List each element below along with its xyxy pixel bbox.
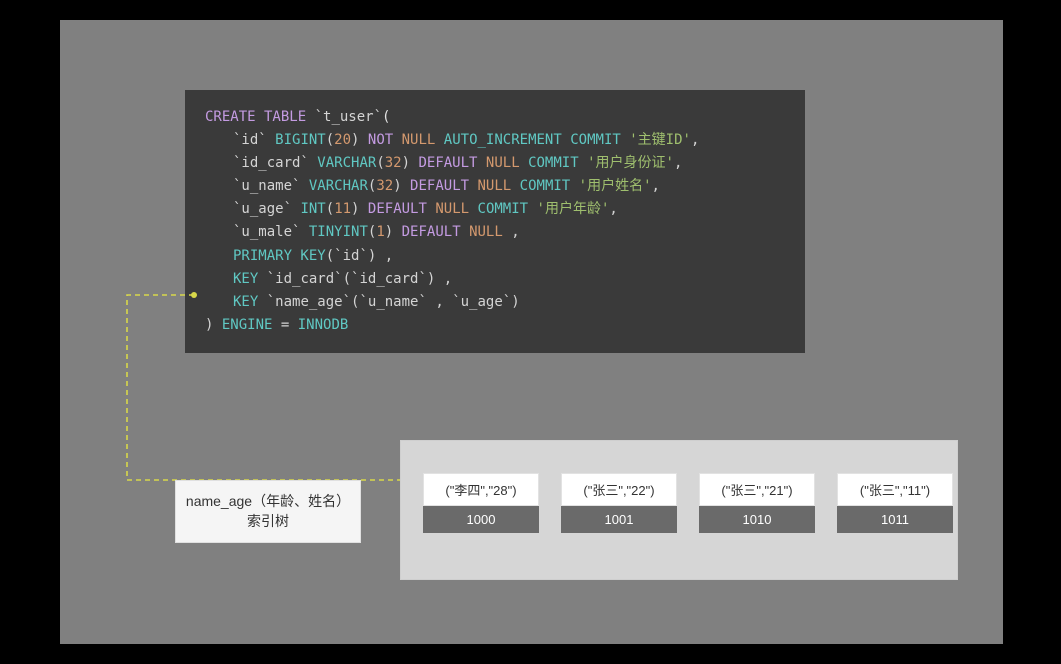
col-name: `id_card`: [233, 155, 309, 171]
key-col: `id_card`: [351, 271, 427, 287]
kw-commit: COMMIT: [520, 178, 571, 194]
label-line1: name_age（年龄、姓名）: [182, 491, 354, 511]
node-key: ("张三","21"): [699, 473, 815, 506]
col-name: `u_age`: [233, 201, 292, 217]
tree-nodes: ("李四","28") 1000 ("张三","22") 1001 ("张三",…: [423, 473, 953, 533]
col-len: 1: [376, 224, 384, 240]
eq: =: [281, 317, 289, 333]
kw-auto: AUTO_INCREMENT: [444, 132, 562, 148]
tree-node: ("张三","11") 1011: [837, 473, 953, 533]
kw-default: DEFAULT: [418, 155, 477, 171]
col-type: INT: [300, 201, 325, 217]
col-len: 20: [334, 132, 351, 148]
node-pointer: 1000: [423, 506, 539, 533]
kw-null: NULL: [402, 132, 436, 148]
col-type: VARCHAR: [317, 155, 376, 171]
node-key: ("张三","11"): [837, 473, 953, 506]
kw-key: KEY: [233, 294, 258, 310]
col-comment: '用户年龄': [537, 201, 610, 217]
col-comment: '用户身份证': [587, 155, 674, 171]
key-name: `name_age`: [267, 294, 351, 310]
code-line: ) ENGINE = INNODB: [205, 314, 785, 337]
tree-node: ("李四","28") 1000: [423, 473, 539, 533]
kw-primary-key: PRIMARY KEY: [233, 248, 326, 264]
node-key: ("李四","28"): [423, 473, 539, 506]
kw-commit: COMMIT: [570, 132, 621, 148]
kw-default: DEFAULT: [402, 224, 461, 240]
col-type: BIGINT: [275, 132, 326, 148]
kw-engine: ENGINE: [222, 317, 273, 333]
col-len: 32: [385, 155, 402, 171]
kw-default: DEFAULT: [368, 201, 427, 217]
col-comment: '主键ID': [629, 132, 691, 148]
code-line: `u_age` INT(11) DEFAULT NULL COMMIT '用户年…: [205, 198, 785, 221]
code-line: `u_name` VARCHAR(32) DEFAULT NULL COMMIT…: [205, 175, 785, 198]
kw-not: NOT: [368, 132, 393, 148]
sql-code-block: CREATE TABLE `t_user`( `id` BIGINT(20) N…: [185, 90, 805, 353]
kw-null: NULL: [478, 178, 512, 194]
key-col: `u_age`: [452, 294, 511, 310]
code-line: PRIMARY KEY(`id`) ,: [205, 245, 785, 268]
pk-col: `id`: [334, 248, 368, 264]
code-line: `id_card` VARCHAR(32) DEFAULT NULL COMMI…: [205, 152, 785, 175]
tbl-name: `t_user`: [315, 109, 382, 125]
node-key: ("张三","22"): [561, 473, 677, 506]
tree-node: ("张三","22") 1001: [561, 473, 677, 533]
kw-default: DEFAULT: [410, 178, 469, 194]
key-col: `u_name`: [359, 294, 426, 310]
diagram-canvas: CREATE TABLE `t_user`( `id` BIGINT(20) N…: [60, 20, 1003, 644]
col-name: `u_name`: [233, 178, 300, 194]
col-type: TINYINT: [309, 224, 368, 240]
col-comment: '用户姓名': [579, 178, 652, 194]
label-line2: 索引树: [182, 511, 354, 531]
code-line: KEY `name_age`(`u_name` , `u_age`): [205, 291, 785, 314]
engine-val: INNODB: [298, 317, 349, 333]
index-tree-box: ("李四","28") 1000 ("张三","22") 1001 ("张三",…: [400, 440, 958, 580]
code-line: CREATE TABLE `t_user`(: [205, 106, 785, 129]
kw-create: CREATE TABLE: [205, 109, 306, 125]
kw-null: NULL: [469, 224, 503, 240]
kw-null: NULL: [486, 155, 520, 171]
paren: (: [382, 109, 390, 125]
kw-commit: COMMIT: [478, 201, 529, 217]
kw-key: KEY: [233, 271, 258, 287]
col-name: `id`: [233, 132, 267, 148]
index-label-box: name_age（年龄、姓名） 索引树: [175, 480, 361, 543]
tree-node: ("张三","21") 1010: [699, 473, 815, 533]
node-pointer: 1001: [561, 506, 677, 533]
key-name: `id_card`: [267, 271, 343, 287]
col-len: 32: [376, 178, 393, 194]
col-type: VARCHAR: [309, 178, 368, 194]
col-len: 11: [334, 201, 351, 217]
node-pointer: 1011: [837, 506, 953, 533]
kw-null: NULL: [435, 201, 469, 217]
node-pointer: 1010: [699, 506, 815, 533]
kw-commit: COMMIT: [528, 155, 579, 171]
col-name: `u_male`: [233, 224, 300, 240]
code-line: KEY `id_card`(`id_card`) ,: [205, 268, 785, 291]
code-line: `u_male` TINYINT(1) DEFAULT NULL ,: [205, 221, 785, 244]
code-line: `id` BIGINT(20) NOT NULL AUTO_INCREMENT …: [205, 129, 785, 152]
